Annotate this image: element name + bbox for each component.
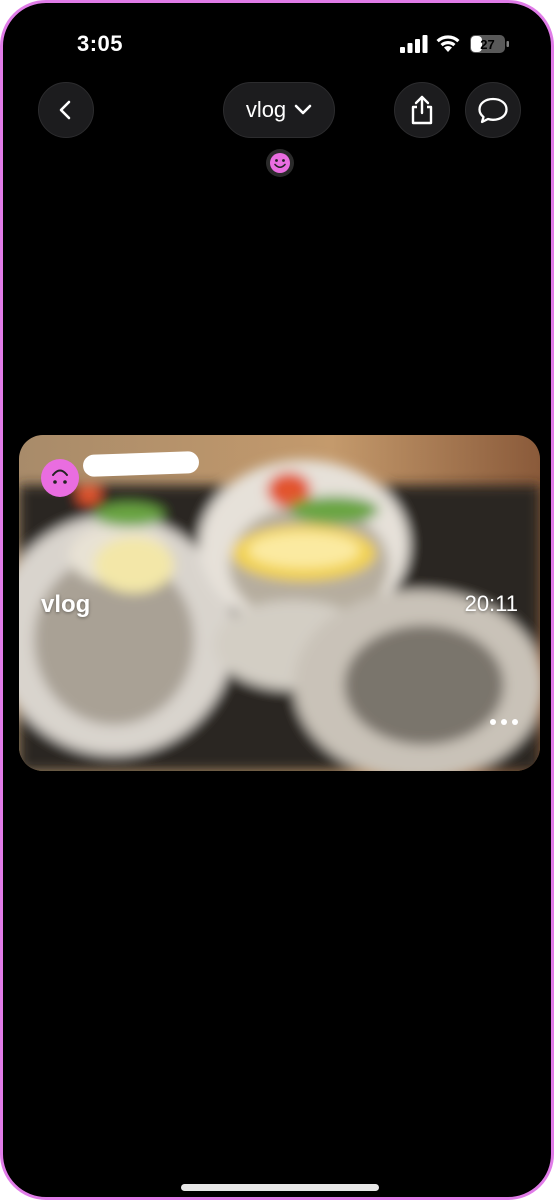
reaction-button[interactable] [266, 149, 294, 177]
share-icon [411, 95, 433, 125]
upside-down-smiley-icon [52, 469, 68, 484]
avatar[interactable] [41, 459, 79, 497]
ellipsis-icon-dot [512, 719, 518, 725]
album-selector-button[interactable]: vlog [223, 82, 335, 138]
smiley-icon [270, 153, 290, 173]
chevron-down-icon [294, 104, 312, 115]
battery-icon: 27 [470, 35, 509, 53]
chevron-left-icon [59, 100, 71, 120]
oyster-photo [19, 435, 540, 771]
card-title: vlog [41, 591, 91, 618]
album-title: vlog [245, 97, 287, 122]
speech-bubble-icon [478, 97, 508, 124]
cellular-signal-icon [400, 35, 428, 53]
ellipsis-icon-dot [490, 719, 496, 725]
vlog-card[interactable]: vlog 20:11 [19, 435, 540, 771]
more-options-button[interactable] [490, 719, 518, 725]
share-button[interactable] [394, 82, 450, 138]
card-time: 20:11 [464, 591, 518, 616]
battery-level: 27 [480, 37, 494, 52]
home-indicator[interactable] [181, 1184, 379, 1191]
back-button[interactable] [38, 82, 94, 138]
wifi-icon [436, 35, 460, 52]
username-redaction [82, 450, 200, 478]
status-bar: 3:05 27 [3, 29, 551, 59]
ellipsis-icon-dot [501, 719, 507, 725]
comment-button[interactable] [465, 82, 521, 138]
phone-screen: 3:05 27 vlog vlog 20:11 [0, 0, 554, 1200]
status-time: 3:05 [77, 31, 124, 56]
